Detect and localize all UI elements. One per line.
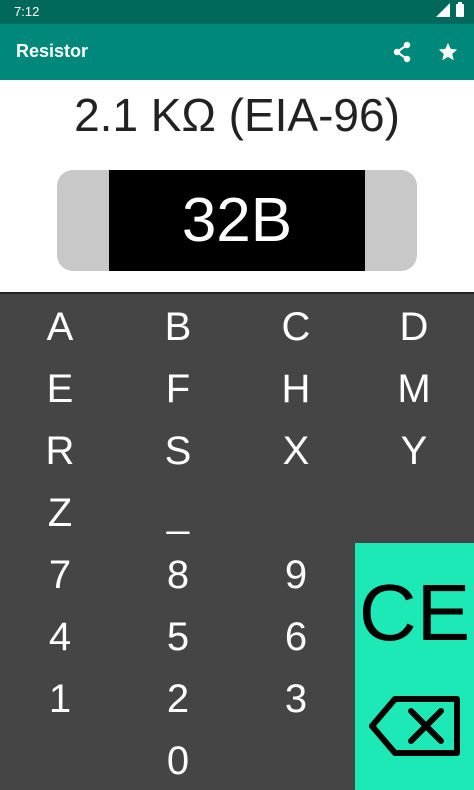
app-bar: Resistor (0, 24, 474, 80)
key-4[interactable]: 4 (30, 612, 90, 662)
key-e[interactable]: E (30, 364, 90, 414)
keypad: A B C D E F H M R S X Y Z _ 7 8 9 4 5 6 1 2 3 0 CE (0, 292, 474, 790)
key-m[interactable]: M (384, 364, 444, 414)
key-0[interactable]: 0 (148, 736, 208, 786)
key-5[interactable]: 5 (148, 612, 208, 662)
key-s[interactable]: S (148, 426, 208, 476)
key-x[interactable]: X (266, 426, 326, 476)
status-icons (436, 2, 464, 22)
key-d[interactable]: D (384, 302, 444, 352)
key-8[interactable]: 8 (148, 550, 208, 600)
key-h[interactable]: H (266, 364, 326, 414)
resistor-smd-graphic: 32B (57, 170, 417, 271)
status-time: 7:12 (14, 4, 40, 19)
key-z[interactable]: Z (30, 488, 90, 538)
share-icon[interactable] (388, 38, 416, 66)
key-1[interactable]: 1 (30, 674, 90, 724)
key-underscore[interactable]: _ (148, 488, 208, 538)
key-c[interactable]: C (266, 302, 326, 352)
key-7[interactable]: 7 (30, 550, 90, 600)
key-6[interactable]: 6 (266, 612, 326, 662)
status-bar: 7:12 (0, 0, 474, 24)
signal-icon (436, 2, 450, 22)
backspace-icon (368, 695, 461, 762)
backspace-button[interactable] (367, 693, 462, 763)
key-2[interactable]: 2 (148, 674, 208, 724)
key-a[interactable]: A (30, 302, 90, 352)
resistance-value: 2.1 KΩ (EIA-96) (74, 89, 400, 141)
resistor-code: 32B (109, 170, 365, 271)
key-y[interactable]: Y (384, 426, 444, 476)
app-title: Resistor (16, 41, 89, 61)
key-b[interactable]: B (148, 302, 208, 352)
action-panel: CE (355, 543, 474, 790)
key-f[interactable]: F (148, 364, 208, 414)
battery-icon (456, 2, 464, 22)
key-r[interactable]: R (30, 426, 90, 476)
ce-button[interactable]: CE (355, 563, 474, 663)
star-icon[interactable] (434, 38, 462, 66)
key-9[interactable]: 9 (266, 550, 326, 600)
key-3[interactable]: 3 (266, 674, 326, 724)
